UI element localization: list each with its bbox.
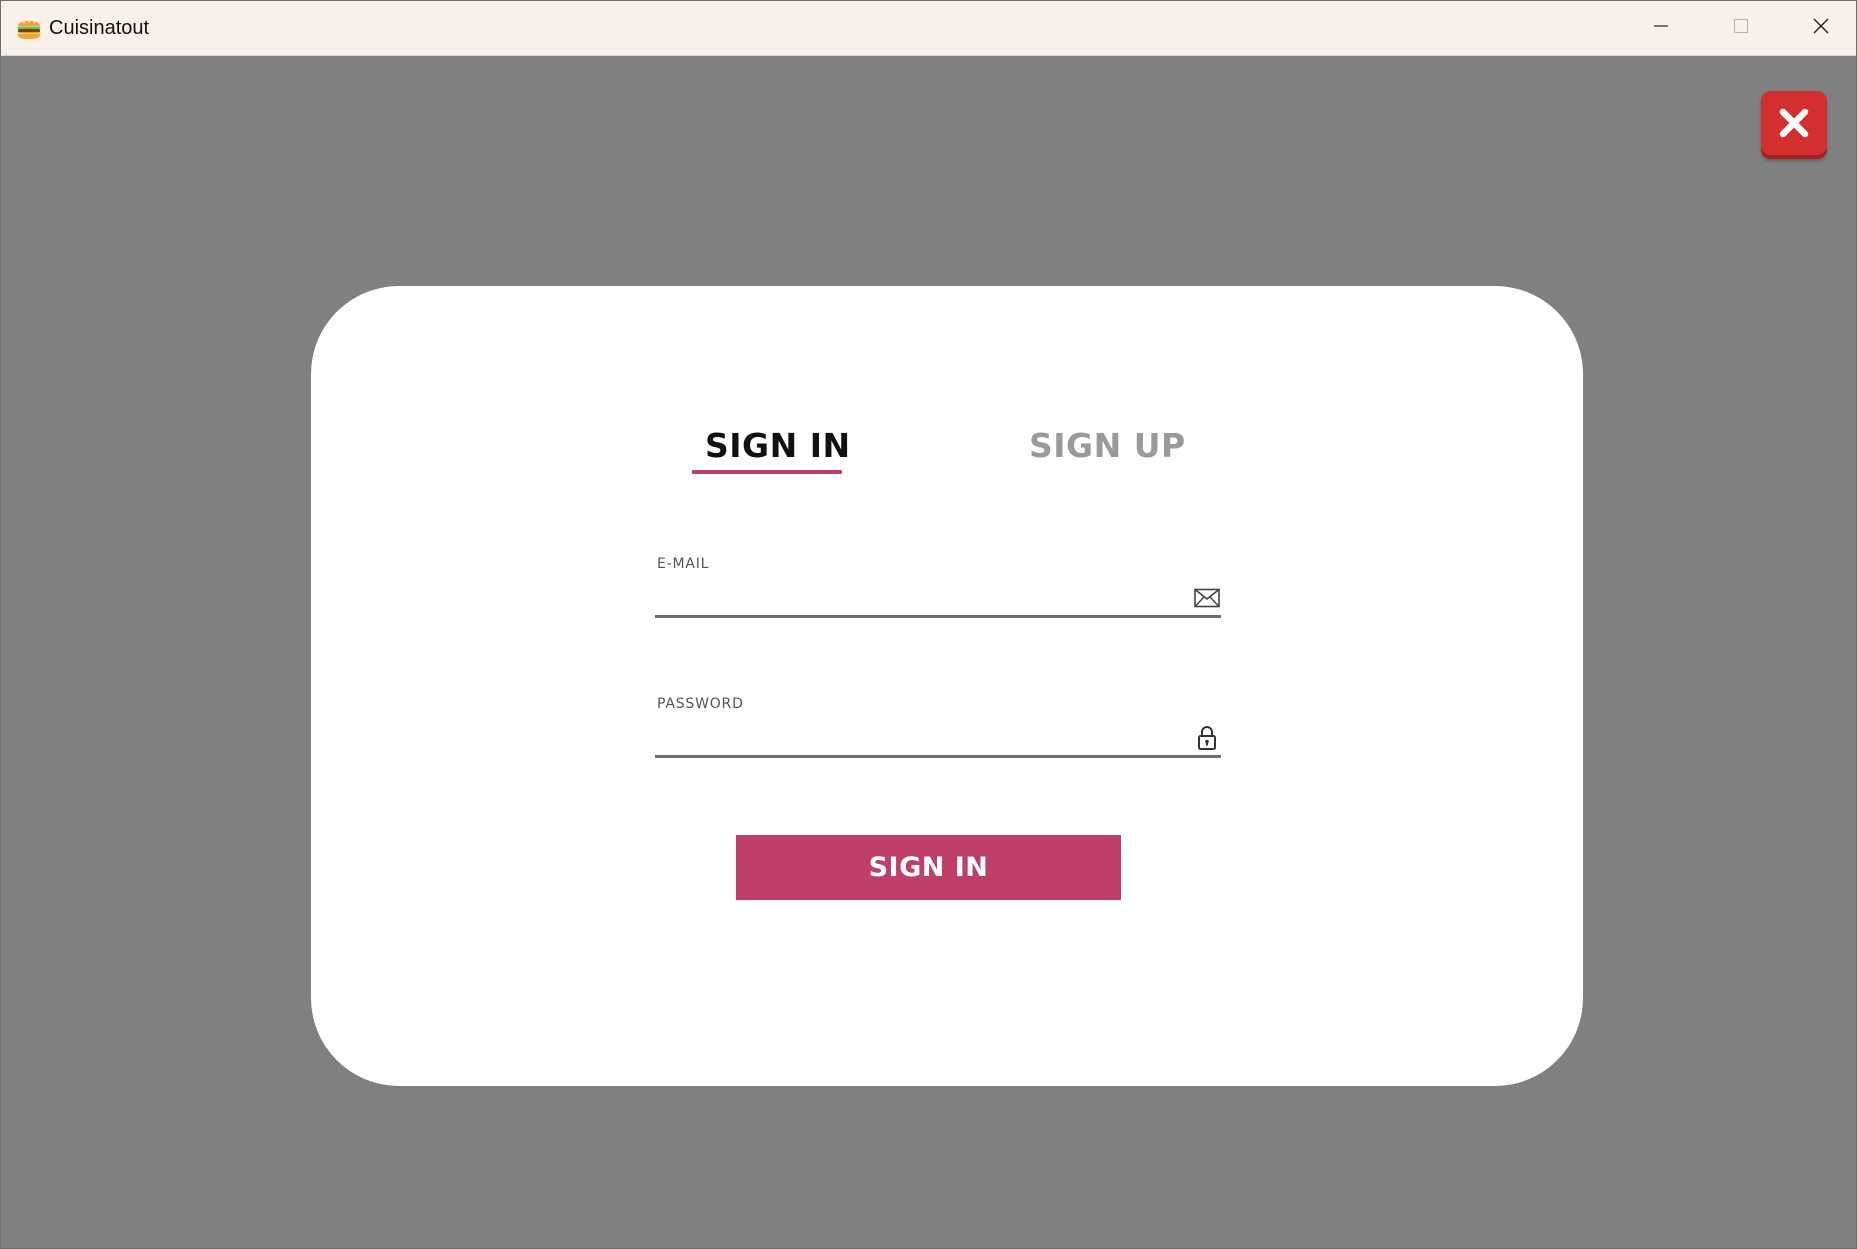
minimize-button[interactable] [1621,1,1701,55]
window-title: Cuisinatout [49,17,150,39]
active-tab-indicator [692,470,842,474]
close-x-icon [1777,106,1811,144]
email-field: E-MAIL [655,556,1221,618]
auth-card: SIGN IN SIGN UP E-MAIL PASSWORD SIGN IN [311,286,1583,1086]
email-label: E-MAIL [657,556,710,572]
password-field: PASSWORD [655,696,1221,758]
app-window: Cuisinatout SIGN IN SIGN UP E-MAIL PASSW… [0,0,1857,1249]
password-label: PASSWORD [657,696,744,712]
envelope-icon [1193,584,1221,612]
overlay-close-button[interactable] [1761,91,1827,159]
tab-sign-in[interactable]: SIGN IN [705,426,851,466]
title-bar: Cuisinatout [1,1,1856,56]
email-underline [655,615,1221,618]
email-input[interactable] [655,580,1179,612]
sign-in-button[interactable]: SIGN IN [736,835,1121,900]
maximize-icon [1733,18,1749,38]
password-input[interactable] [655,720,1179,752]
close-icon [1812,17,1830,39]
window-close-button[interactable] [1781,1,1856,55]
tab-sign-up[interactable]: SIGN UP [1029,426,1186,466]
minimize-icon [1653,18,1669,38]
maximize-button[interactable] [1701,1,1781,55]
lock-icon [1193,724,1221,752]
password-underline [655,755,1221,758]
burger-icon [15,14,43,42]
